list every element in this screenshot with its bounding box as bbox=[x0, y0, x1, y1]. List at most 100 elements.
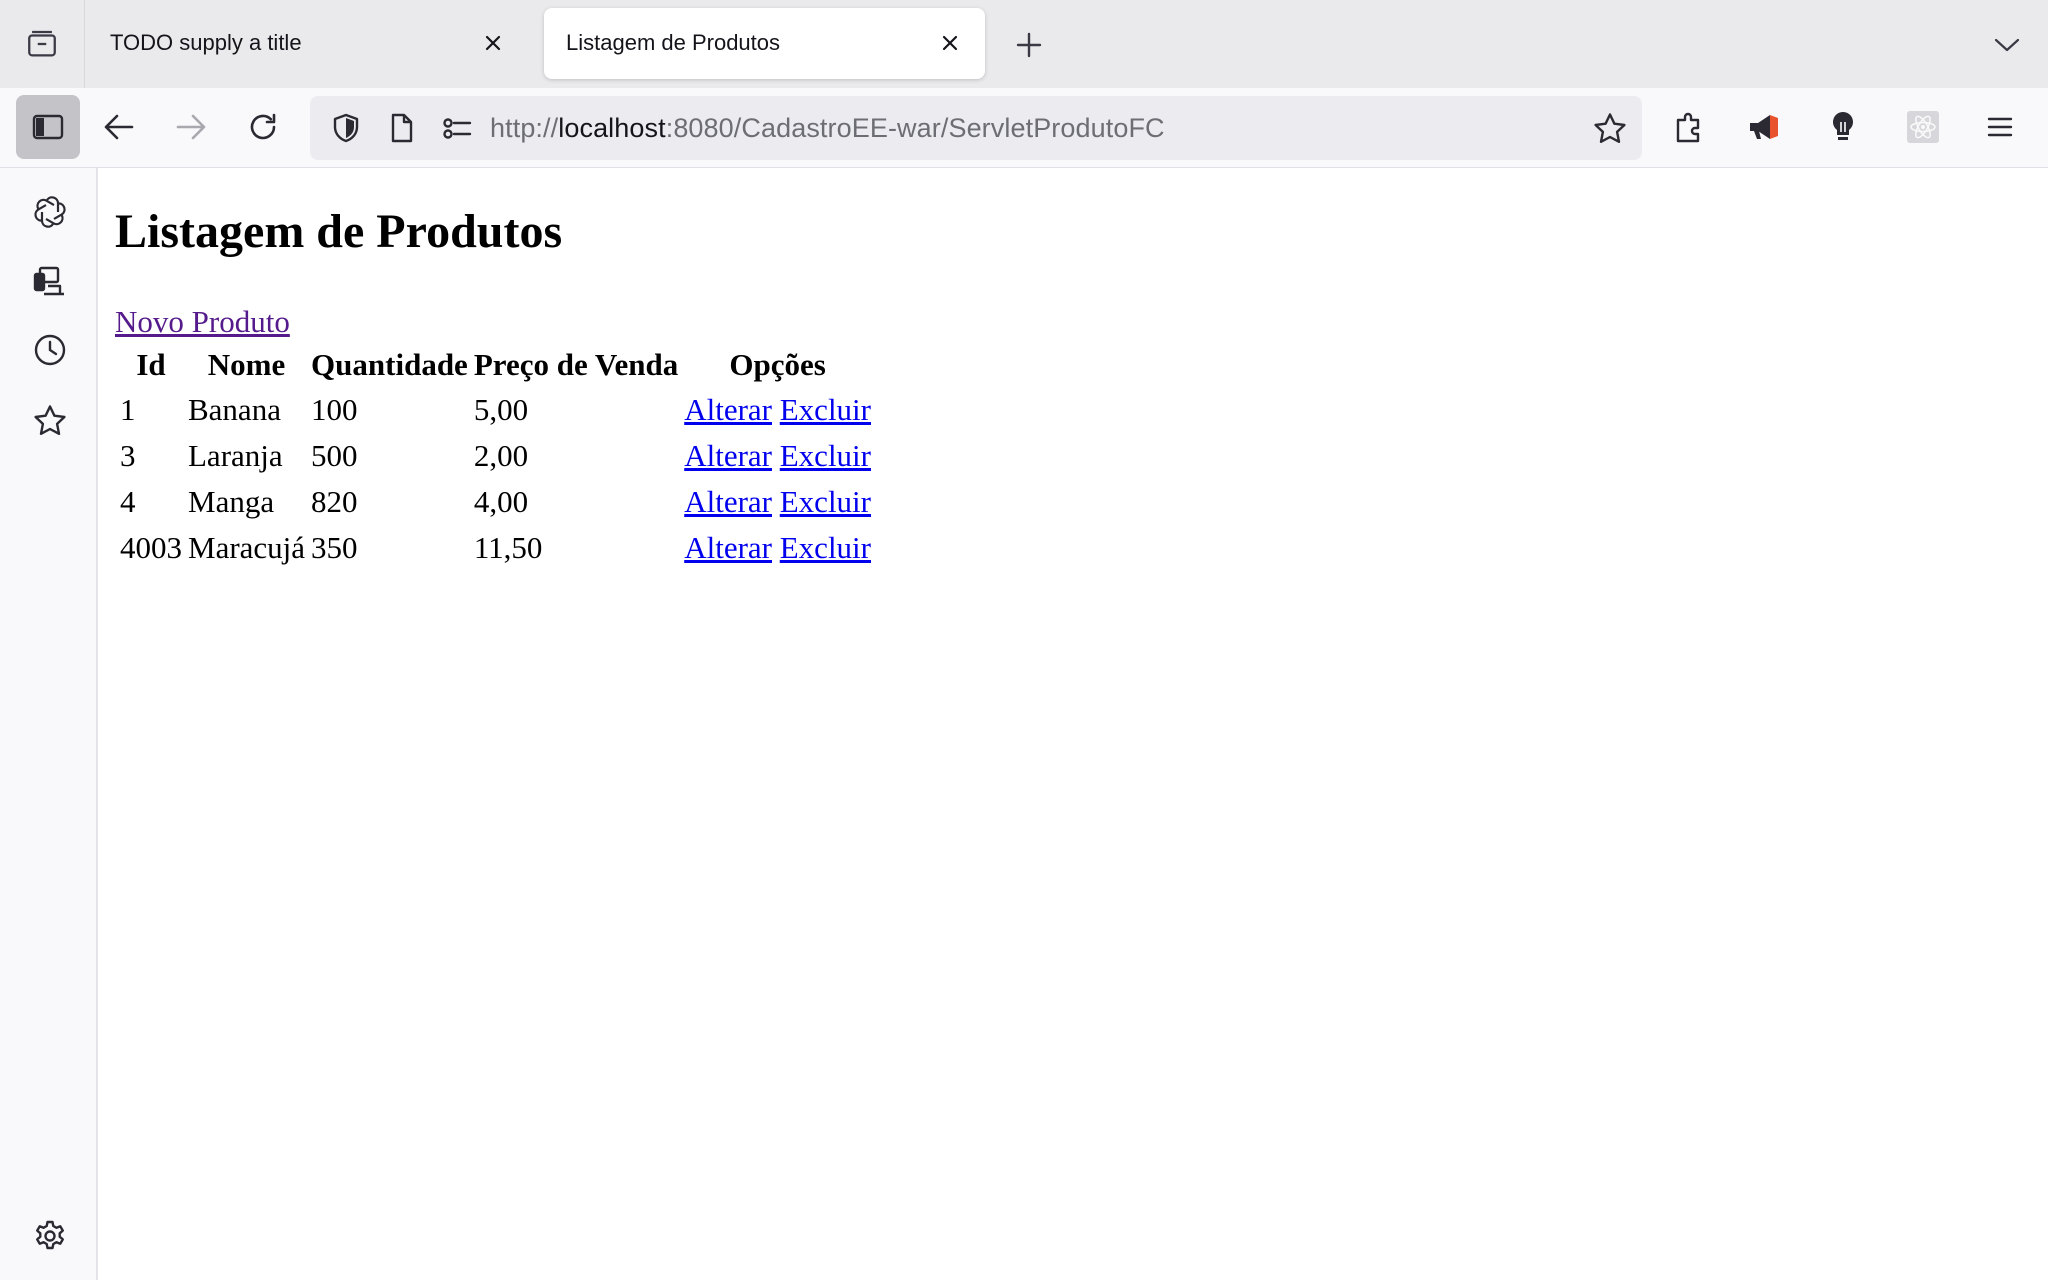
application-menu-button[interactable] bbox=[1971, 98, 2029, 156]
excluir-link[interactable]: Excluir bbox=[780, 438, 871, 473]
close-icon bbox=[942, 35, 958, 51]
new-tab-button[interactable] bbox=[1004, 24, 1054, 66]
shield-icon bbox=[333, 113, 359, 143]
column-header-opcoes: Opções bbox=[729, 347, 826, 382]
table-row: 1 Banana 100 5,00 Alterar Excluir bbox=[119, 388, 872, 432]
forward-button[interactable] bbox=[162, 98, 220, 156]
cell-quantidade: 350 bbox=[311, 530, 358, 565]
table-row: 3 Laranja 500 2,00 Alterar Excluir bbox=[119, 434, 872, 478]
url-scheme: http:// bbox=[490, 113, 559, 143]
cell-quantidade: 820 bbox=[311, 484, 358, 519]
tab-title: Listagem de Produtos bbox=[566, 30, 781, 55]
cell-nome: Laranja bbox=[188, 438, 283, 473]
arrow-left-icon bbox=[104, 114, 134, 140]
tracking-protection-button[interactable] bbox=[324, 106, 368, 150]
star-icon bbox=[34, 405, 66, 435]
cell-preco: 2,00 bbox=[473, 438, 529, 473]
megaphone-icon bbox=[1750, 115, 1778, 139]
hamburger-menu-icon bbox=[1987, 117, 2013, 137]
tab-title: TODO supply a title bbox=[110, 30, 302, 55]
address-bar[interactable]: http://localhost:8080/CadastroEE-war/Ser… bbox=[310, 96, 1642, 160]
react-icon bbox=[1907, 111, 1939, 143]
bookmark-page-button[interactable] bbox=[1588, 106, 1632, 150]
cell-nome: Manga bbox=[188, 484, 275, 519]
extensions-button[interactable] bbox=[1660, 98, 1718, 156]
close-icon bbox=[485, 35, 501, 51]
cell-opcoes: Alterar Excluir bbox=[683, 480, 872, 524]
cell-quantidade: 100 bbox=[311, 392, 358, 427]
column-header-id: Id bbox=[136, 347, 166, 382]
table-header-row: Id Nome Quantidade Preço de Venda Opções bbox=[119, 344, 872, 386]
extension-react-devtools-button[interactable] bbox=[1894, 98, 1952, 156]
excluir-link[interactable]: Excluir bbox=[780, 484, 871, 519]
permissions-button[interactable] bbox=[434, 106, 478, 150]
excluir-link[interactable]: Excluir bbox=[780, 392, 871, 427]
tab-close-button[interactable] bbox=[476, 26, 510, 60]
extension-megaphone-button[interactable] bbox=[1735, 98, 1793, 156]
cell-opcoes: Alterar Excluir bbox=[683, 526, 872, 570]
page-title: Listagem de Produtos bbox=[115, 205, 563, 258]
cell-id: 1 bbox=[120, 392, 136, 427]
clock-icon bbox=[34, 334, 66, 366]
cell-preco: 11,50 bbox=[473, 530, 543, 565]
cell-id: 4 bbox=[120, 484, 136, 519]
sidebar-customize-button[interactable] bbox=[26, 1212, 74, 1260]
tab-tray-icon bbox=[28, 30, 56, 57]
sidebar-item-history[interactable] bbox=[26, 326, 74, 374]
tab-listagem-de-produtos[interactable]: Listagem de Produtos bbox=[544, 8, 985, 79]
reload-icon bbox=[250, 113, 276, 140]
cell-nome: Banana bbox=[188, 392, 281, 427]
alterar-link[interactable]: Alterar bbox=[684, 392, 772, 427]
reload-button[interactable] bbox=[234, 98, 292, 156]
sidebar-item-chatgpt[interactable] bbox=[26, 188, 74, 236]
sliders-icon bbox=[443, 118, 472, 139]
sidebar-toggle-button[interactable] bbox=[16, 95, 80, 159]
puzzle-icon bbox=[1676, 112, 1700, 143]
table-row: 4003 Maracujá 350 11,50 Alterar Excluir bbox=[119, 526, 872, 570]
page-content: Listagem de Produtos Novo Produto Id Nom… bbox=[100, 170, 2048, 1280]
excluir-link[interactable]: Excluir bbox=[780, 530, 871, 565]
cell-preco: 4,00 bbox=[473, 484, 529, 519]
lightbulb-icon bbox=[1833, 112, 1853, 140]
column-header-quantidade: Quantidade bbox=[311, 347, 468, 382]
url-text[interactable]: http://localhost:8080/CadastroEE-war/Ser… bbox=[490, 113, 1165, 144]
cell-opcoes: Alterar Excluir bbox=[683, 434, 872, 478]
synced-devices-icon bbox=[33, 266, 64, 296]
gear-icon bbox=[36, 1220, 64, 1250]
list-all-tabs-button[interactable] bbox=[1982, 22, 2032, 68]
product-table: Id Nome Quantidade Preço de Venda Opções… bbox=[115, 342, 876, 572]
sidebar-item-synced-tabs[interactable] bbox=[26, 258, 74, 306]
plus-icon bbox=[1016, 32, 1042, 58]
cell-preco: 5,00 bbox=[473, 392, 529, 427]
tab-close-button[interactable] bbox=[933, 26, 967, 60]
document-icon bbox=[391, 113, 413, 143]
cell-quantidade: 500 bbox=[311, 438, 358, 473]
page-info-button[interactable] bbox=[380, 106, 424, 150]
table-row: 4 Manga 820 4,00 Alterar Excluir bbox=[119, 480, 872, 524]
url-host: localhost bbox=[558, 113, 666, 143]
back-button[interactable] bbox=[90, 98, 148, 156]
cell-nome: Maracujá bbox=[188, 530, 306, 565]
sidebar-item-bookmarks[interactable] bbox=[26, 396, 74, 444]
sidebar bbox=[0, 168, 98, 1280]
column-header-nome: Nome bbox=[207, 347, 286, 382]
chevron-down-icon bbox=[1994, 38, 2020, 52]
sidebar-icon bbox=[32, 114, 64, 140]
alterar-link[interactable]: Alterar bbox=[684, 438, 772, 473]
url-path: :8080/CadastroEE-war/ServletProdutoFC bbox=[665, 113, 1165, 143]
arrow-right-icon bbox=[176, 114, 206, 140]
navigation-toolbar: http://localhost:8080/CadastroEE-war/Ser… bbox=[0, 88, 2048, 168]
extension-lightbulb-button[interactable] bbox=[1814, 98, 1872, 156]
tab-strip: TODO supply a title Listagem de Produtos bbox=[0, 0, 2048, 88]
cell-opcoes: Alterar Excluir bbox=[683, 388, 872, 432]
cell-id: 4003 bbox=[120, 530, 182, 565]
alterar-link[interactable]: Alterar bbox=[684, 484, 772, 519]
ai-chatbot-icon bbox=[34, 196, 66, 228]
star-icon bbox=[1594, 113, 1626, 143]
tab-todo[interactable]: TODO supply a title bbox=[88, 8, 528, 79]
alterar-link[interactable]: Alterar bbox=[684, 530, 772, 565]
new-product-link[interactable]: Novo Produto bbox=[115, 304, 290, 340]
column-header-preco-de-venda: Preço de Venda bbox=[473, 347, 679, 382]
view-recent-browsing-button[interactable] bbox=[0, 0, 85, 88]
cell-id: 3 bbox=[120, 438, 136, 473]
